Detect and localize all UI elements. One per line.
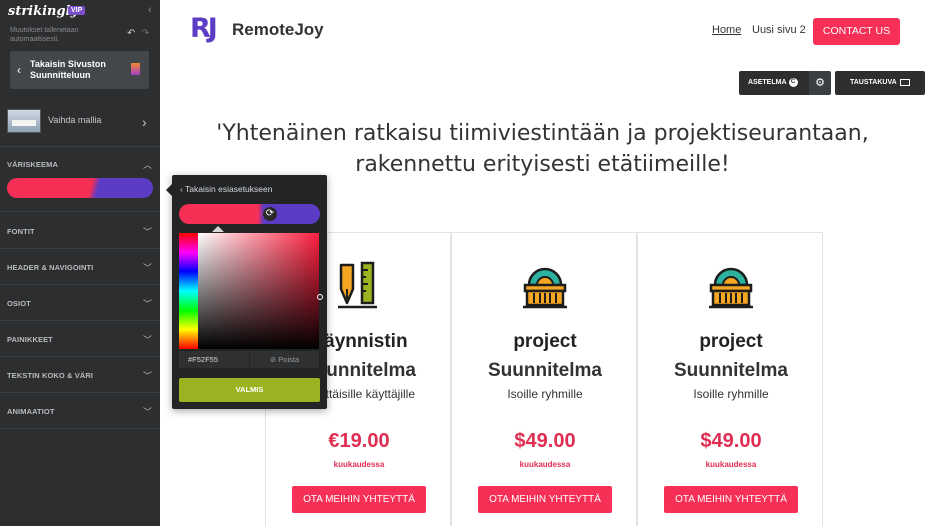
autosave-note: Muutokset tallenetaan automaattisesti. [10, 27, 79, 43]
image-icon [899, 78, 910, 86]
editor-sidebar: strikingly VIP ‹ Muutokset tallenetaan a… [0, 0, 160, 526]
back-to-preset-label: Takaisin esiasetukseen [185, 184, 273, 194]
pen-ruler-icon [338, 261, 377, 309]
plan-audience: Isoille ryhmille [693, 387, 769, 401]
vip-badge: VIP [68, 6, 86, 15]
color-scheme-swatch[interactable] [7, 178, 153, 198]
back-to-site-design-label: Takaisin Sivuston Suunnitteluun [30, 59, 106, 80]
background-image-label: TAUSTAKUVA [850, 79, 897, 86]
plan-period: kuukaudessa [705, 460, 757, 469]
gear-icon[interactable]: ⚙ [809, 71, 831, 95]
back-to-site-design-button[interactable]: ‹ Takaisin Sivuston Suunnitteluun [10, 51, 149, 89]
hero-headline[interactable]: 'Yhtenäinen ratkaisu tiimiviestintään ja… [170, 118, 915, 180]
sidebar-section-label: PAINIKKEET [7, 335, 53, 344]
sidebar-divider [0, 146, 160, 147]
color-picker-popover: ‹ Takaisin esiasetukseen ⟳ #F52F55 ⊘ Poi… [166, 175, 327, 409]
chevron-down-icon: ﹀ [143, 371, 153, 381]
sidebar-divider [0, 248, 160, 249]
plan-audience: Isoille ryhmille [507, 387, 583, 401]
clear-color-label: Poista [278, 355, 300, 364]
building-icon [523, 267, 567, 309]
redo-icon[interactable]: ↷ [141, 28, 149, 39]
chevron-down-icon: ﹀ [143, 299, 153, 309]
contact-us-button[interactable]: CONTACT US [813, 18, 900, 45]
undo-icon[interactable]: ↶ [127, 28, 135, 39]
chevron-right-icon: › [142, 114, 147, 130]
plan-name: project [699, 331, 763, 352]
clear-icon: ⊘ [269, 355, 277, 364]
pricing-card[interactable]: project Suunnitelma Isoille ryhmille $49… [637, 232, 823, 526]
sidebar-section-label: TEKSTIN KOKO & VÄRI [7, 371, 94, 380]
contact-plan-button[interactable]: OTA MEIHIN YHTEYTTÄ [292, 486, 426, 513]
clear-color-button[interactable]: ⊘ Poista [250, 351, 319, 368]
selected-color-indicator [212, 226, 224, 232]
contact-plan-button[interactable]: OTA MEIHIN YHTEYTTÄ [478, 486, 612, 513]
sidebar-section-label: HEADER & NAVIGOINTI [7, 263, 94, 272]
building-icon [709, 267, 753, 309]
plan-price: $49.00 [700, 430, 762, 452]
plan-name: project [513, 331, 577, 352]
chevron-down-icon: ﹀ [143, 335, 153, 345]
nav-link-home[interactable]: Home [712, 24, 741, 36]
sidebar-divider [0, 320, 160, 321]
plan-price: €19.00 [328, 430, 390, 452]
hero-headline-line1: 'Yhtenäinen ratkaisu tiimiviestintään ja… [216, 121, 869, 146]
settings-badge: C [788, 77, 798, 87]
plan-period: kuukaudessa [333, 460, 385, 469]
sidebar-divider [0, 211, 160, 212]
swap-colors-icon[interactable]: ⟳ [263, 207, 277, 221]
color-pair-bar[interactable]: ⟳ [179, 204, 320, 224]
pricing-card[interactable]: project Suunnitelma Isoille ryhmille $49… [451, 232, 637, 526]
sidebar-divider [0, 428, 160, 429]
nav-link-page2[interactable]: Uusi sivu 2 [752, 24, 806, 36]
hue-slider[interactable] [179, 233, 198, 349]
layout-settings-label: ASETELMA [748, 79, 787, 86]
sidebar-section-label: OSIOT [7, 299, 31, 308]
chevron-down-icon: ﹀ [143, 407, 153, 417]
color-handle[interactable] [317, 294, 323, 300]
sidebar-divider [0, 284, 160, 285]
chevron-down-icon: ﹀ [143, 227, 153, 237]
collapse-sidebar-icon[interactable]: ‹ [148, 4, 152, 16]
sidebar-section-label: ANIMAATIOT [7, 407, 55, 416]
sidebar-section-label: VÄRISKEEMA [7, 160, 59, 169]
hex-input[interactable]: #F52F55 [179, 351, 249, 368]
saturation-value-area[interactable] [198, 233, 323, 349]
done-button[interactable]: VALMIS [179, 378, 320, 402]
sidebar-divider [0, 392, 160, 393]
site-logo-mark[interactable]: RJ [190, 13, 218, 44]
change-template-button[interactable]: Vaihda mallia › [0, 104, 160, 144]
change-template-label: Vaihda mallia [48, 115, 102, 125]
chevron-down-icon: ﹀ [143, 263, 153, 273]
background-image-button[interactable]: TAUSTAKUVA [835, 71, 925, 95]
back-to-preset-button[interactable]: ‹ Takaisin esiasetukseen [180, 184, 272, 194]
editor-window: strikingly VIP ‹ Muutokset tallenetaan a… [0, 0, 925, 526]
chevron-left-icon: ‹ [17, 63, 21, 77]
popover-caret [166, 184, 172, 196]
chevron-up-icon: ︿ [143, 160, 153, 170]
plan-price: $49.00 [514, 430, 576, 452]
plan-type: Suunnitelma [673, 360, 788, 381]
contact-plan-button[interactable]: OTA MEIHIN YHTEYTTÄ [664, 486, 798, 513]
sidebar-divider [0, 356, 160, 357]
plan-type: Suunnitelma [487, 360, 602, 381]
plan-period: kuukaudessa [519, 460, 571, 469]
layout-settings-button[interactable]: ASETELMA C [739, 71, 809, 95]
template-thumbnail [7, 109, 41, 133]
site-logo-text[interactable]: RemoteJoy [232, 20, 324, 40]
design-palette-icon [131, 63, 140, 75]
sidebar-section-label: FONTIT [7, 227, 35, 236]
